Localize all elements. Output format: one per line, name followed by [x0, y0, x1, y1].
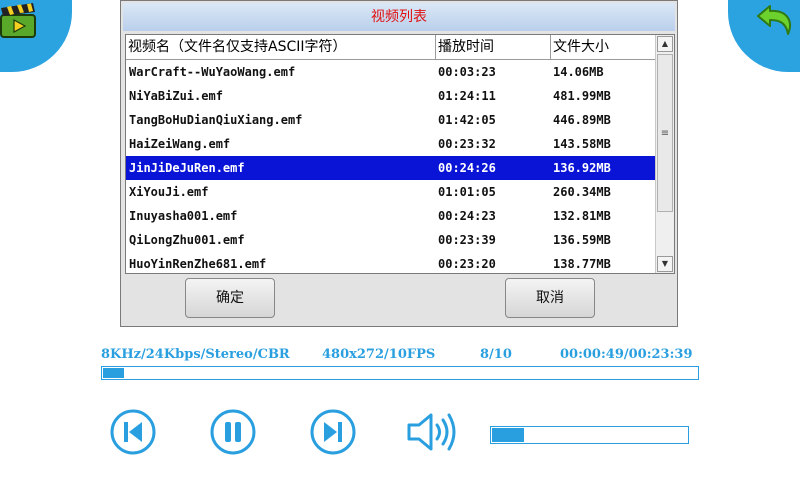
row-duration: 00:23:20 [438, 257, 496, 271]
next-icon[interactable] [309, 408, 357, 456]
row-name: XiYouJi.emf [129, 185, 209, 199]
scroll-down-arrow-icon[interactable]: ▼ [657, 256, 673, 272]
row-size: 446.89MB [553, 113, 611, 127]
top-left-corner[interactable] [0, 0, 72, 72]
row-size: 138.77MB [553, 257, 611, 271]
row-name: TangBoHuDianQiuXiang.emf [129, 113, 303, 127]
row-size: 481.99MB [553, 89, 611, 103]
cancel-button[interactable]: 取消 [505, 278, 595, 318]
row-size: 136.92MB [553, 161, 611, 175]
list-row[interactable]: QiLongZhu001.emf 00:23:39 136.59MB [126, 228, 656, 252]
list-row[interactable]: WarCraft--WuYaoWang.emf 00:03:23 14.06MB [126, 60, 656, 84]
row-size: 143.58MB [553, 137, 611, 151]
column-header-duration[interactable]: 播放时间 [436, 35, 551, 59]
row-size: 132.81MB [553, 209, 611, 223]
scroll-thumb[interactable]: ≡ [657, 54, 673, 212]
video-list-dialog: 视频列表 视频名（文件名仅支持ASCII字符） 播放时间 文件大小 WarCra… [120, 0, 678, 327]
speaker-icon[interactable] [406, 410, 458, 454]
row-duration: 01:01:05 [438, 185, 496, 199]
back-arrow-icon[interactable] [754, 0, 800, 42]
scroll-up-arrow-icon[interactable]: ▲ [657, 36, 673, 52]
pause-icon[interactable] [209, 408, 257, 456]
row-name: WarCraft--WuYaoWang.emf [129, 65, 296, 79]
list-rows: WarCraft--WuYaoWang.emf 00:03:23 14.06MB… [126, 60, 656, 276]
row-name: QiLongZhu001.emf [129, 233, 245, 247]
playback-progress-bar[interactable] [101, 366, 699, 380]
row-duration: 01:42:05 [438, 113, 496, 127]
list-row[interactable]: HuoYinRenZhe681.emf 00:23:20 138.77MB [126, 252, 656, 276]
list-row[interactable]: HaiZeiWang.emf 00:23:32 143.58MB [126, 132, 656, 156]
row-duration: 00:23:39 [438, 233, 496, 247]
row-size: 14.06MB [553, 65, 604, 79]
list-row-selected[interactable]: JinJiDeJuRen.emf 00:24:26 136.92MB [126, 156, 656, 180]
row-name: HaiZeiWang.emf [129, 137, 231, 151]
list-row[interactable]: XiYouJi.emf 01:01:05 260.34MB [126, 180, 656, 204]
row-duration: 00:24:23 [438, 209, 496, 223]
audio-format-text: 8KHz/24Kbps/Stereo/CBR [101, 347, 290, 362]
previous-icon[interactable] [109, 408, 157, 456]
column-header-size[interactable]: 文件大小 [551, 35, 656, 59]
row-name: HuoYinRenZhe681.emf [129, 257, 267, 271]
list-row[interactable]: Inuyasha001.emf 00:24:23 132.81MB [126, 204, 656, 228]
playback-progress-fill [103, 368, 124, 378]
top-right-corner[interactable] [728, 0, 800, 72]
playback-time: 00:00:49/00:23:39 [560, 347, 693, 362]
row-size: 260.34MB [553, 185, 611, 199]
volume-level-fill [492, 428, 524, 442]
movie-clapper-icon[interactable] [0, 0, 38, 40]
list-header: 视频名（文件名仅支持ASCII字符） 播放时间 文件大小 [126, 35, 656, 60]
dialog-title: 视频列表 [123, 3, 675, 31]
confirm-button[interactable]: 确定 [185, 278, 275, 318]
row-name: Inuyasha001.emf [129, 209, 238, 223]
row-duration: 00:03:23 [438, 65, 496, 79]
video-list[interactable]: 视频名（文件名仅支持ASCII字符） 播放时间 文件大小 WarCraft--W… [125, 34, 675, 274]
video-resolution-text: 480x272/10FPS [322, 347, 436, 362]
list-scrollbar[interactable]: ▲ ≡ ▼ [655, 35, 674, 273]
list-row[interactable]: NiYaBiZui.emf 01:24:11 481.99MB [126, 84, 656, 108]
row-name: NiYaBiZui.emf [129, 89, 223, 103]
row-duration: 01:24:11 [438, 89, 496, 103]
volume-slider[interactable] [490, 426, 689, 444]
list-row[interactable]: TangBoHuDianQiuXiang.emf 01:42:05 446.89… [126, 108, 656, 132]
row-size: 136.59MB [553, 233, 611, 247]
row-name: JinJiDeJuRen.emf [129, 161, 245, 175]
row-duration: 00:24:26 [438, 161, 496, 175]
column-header-name[interactable]: 视频名（文件名仅支持ASCII字符） [126, 35, 436, 59]
row-duration: 00:23:32 [438, 137, 496, 151]
track-counter: 8/10 [480, 347, 512, 362]
